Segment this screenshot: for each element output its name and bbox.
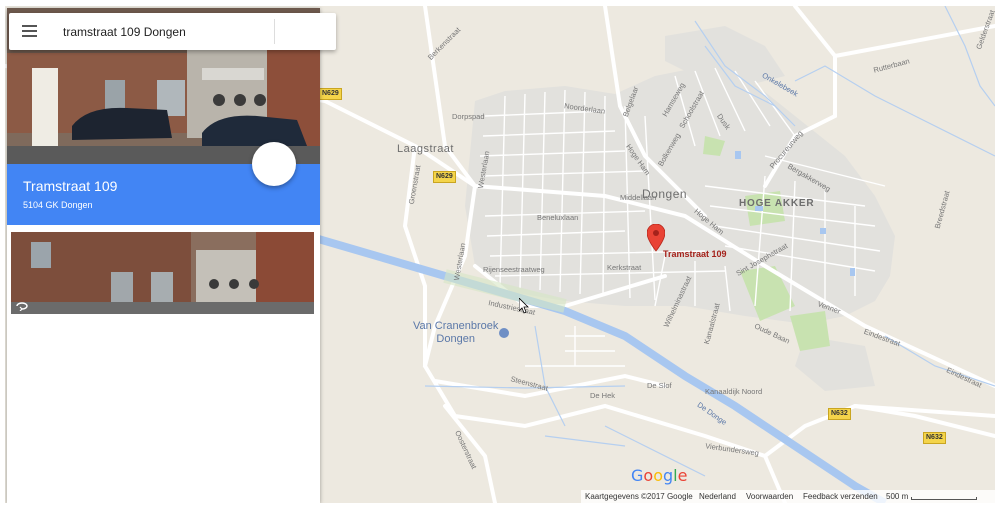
terms-link[interactable]: Voorwaarden [746, 492, 793, 501]
road-shield: N632 [923, 432, 946, 444]
search-input[interactable]: tramstraat 109 Dongen [63, 25, 186, 39]
marker-label: Tramstraat 109 [663, 249, 727, 259]
street-label: Dorpspad [452, 112, 485, 121]
street-label: De Slof [647, 381, 672, 390]
street-label: De Hek [590, 391, 616, 400]
street-view-graphic [11, 232, 314, 314]
street-view-thumbnail[interactable] [11, 232, 314, 314]
poi-van-cranenbroek[interactable]: Van Cranenbroek Dongen [413, 320, 498, 346]
copyright-text: Kaartgegevens ©2017 Google [585, 492, 693, 501]
feedback-link[interactable]: Feedback verzenden [803, 492, 878, 501]
street-label: Middellaan [620, 193, 657, 202]
street-label: Kerkstraat [607, 263, 642, 272]
directions-button[interactable] [252, 142, 296, 186]
search-divider [274, 19, 275, 44]
google-logo: Google [631, 466, 688, 485]
street-view-icon [16, 298, 28, 312]
maps-window: Laagstraat Dongen HOGE AKKER Van Cranenb… [5, 6, 995, 503]
street-label: Rijenseestraatweg [483, 265, 545, 274]
shopping-poi-icon[interactable] [499, 328, 509, 338]
scale-label[interactable]: 500 m [886, 492, 908, 501]
poi-name: Van Cranenbroek [413, 320, 499, 332]
place-address: 5104 GK Dongen [23, 200, 93, 210]
search-box: tramstraat 109 Dongen [9, 13, 336, 50]
road-shield: N632 [828, 408, 851, 420]
street-label: Beneluxlaan [537, 213, 579, 222]
district-label-hoge-akker: HOGE AKKER [739, 198, 815, 209]
mouse-cursor-icon [518, 297, 529, 314]
country-link[interactable]: Nederland [699, 492, 736, 501]
town-label-laagstraat: Laagstraat [397, 143, 454, 155]
road-shield: N629 [433, 171, 456, 183]
poi-town: Dongen [436, 333, 475, 345]
menu-icon[interactable] [22, 24, 38, 38]
map-footer: Kaartgegevens ©2017 Google Nederland Voo… [581, 490, 995, 503]
road-shield: N629 [319, 88, 342, 100]
place-title: Tramstraat 109 [23, 178, 118, 194]
scale-bar [911, 497, 977, 500]
street-label: Kanaaldijk Noord [705, 387, 763, 396]
place-side-panel: Tramstraat 109 5104 GK Dongen [7, 8, 320, 503]
